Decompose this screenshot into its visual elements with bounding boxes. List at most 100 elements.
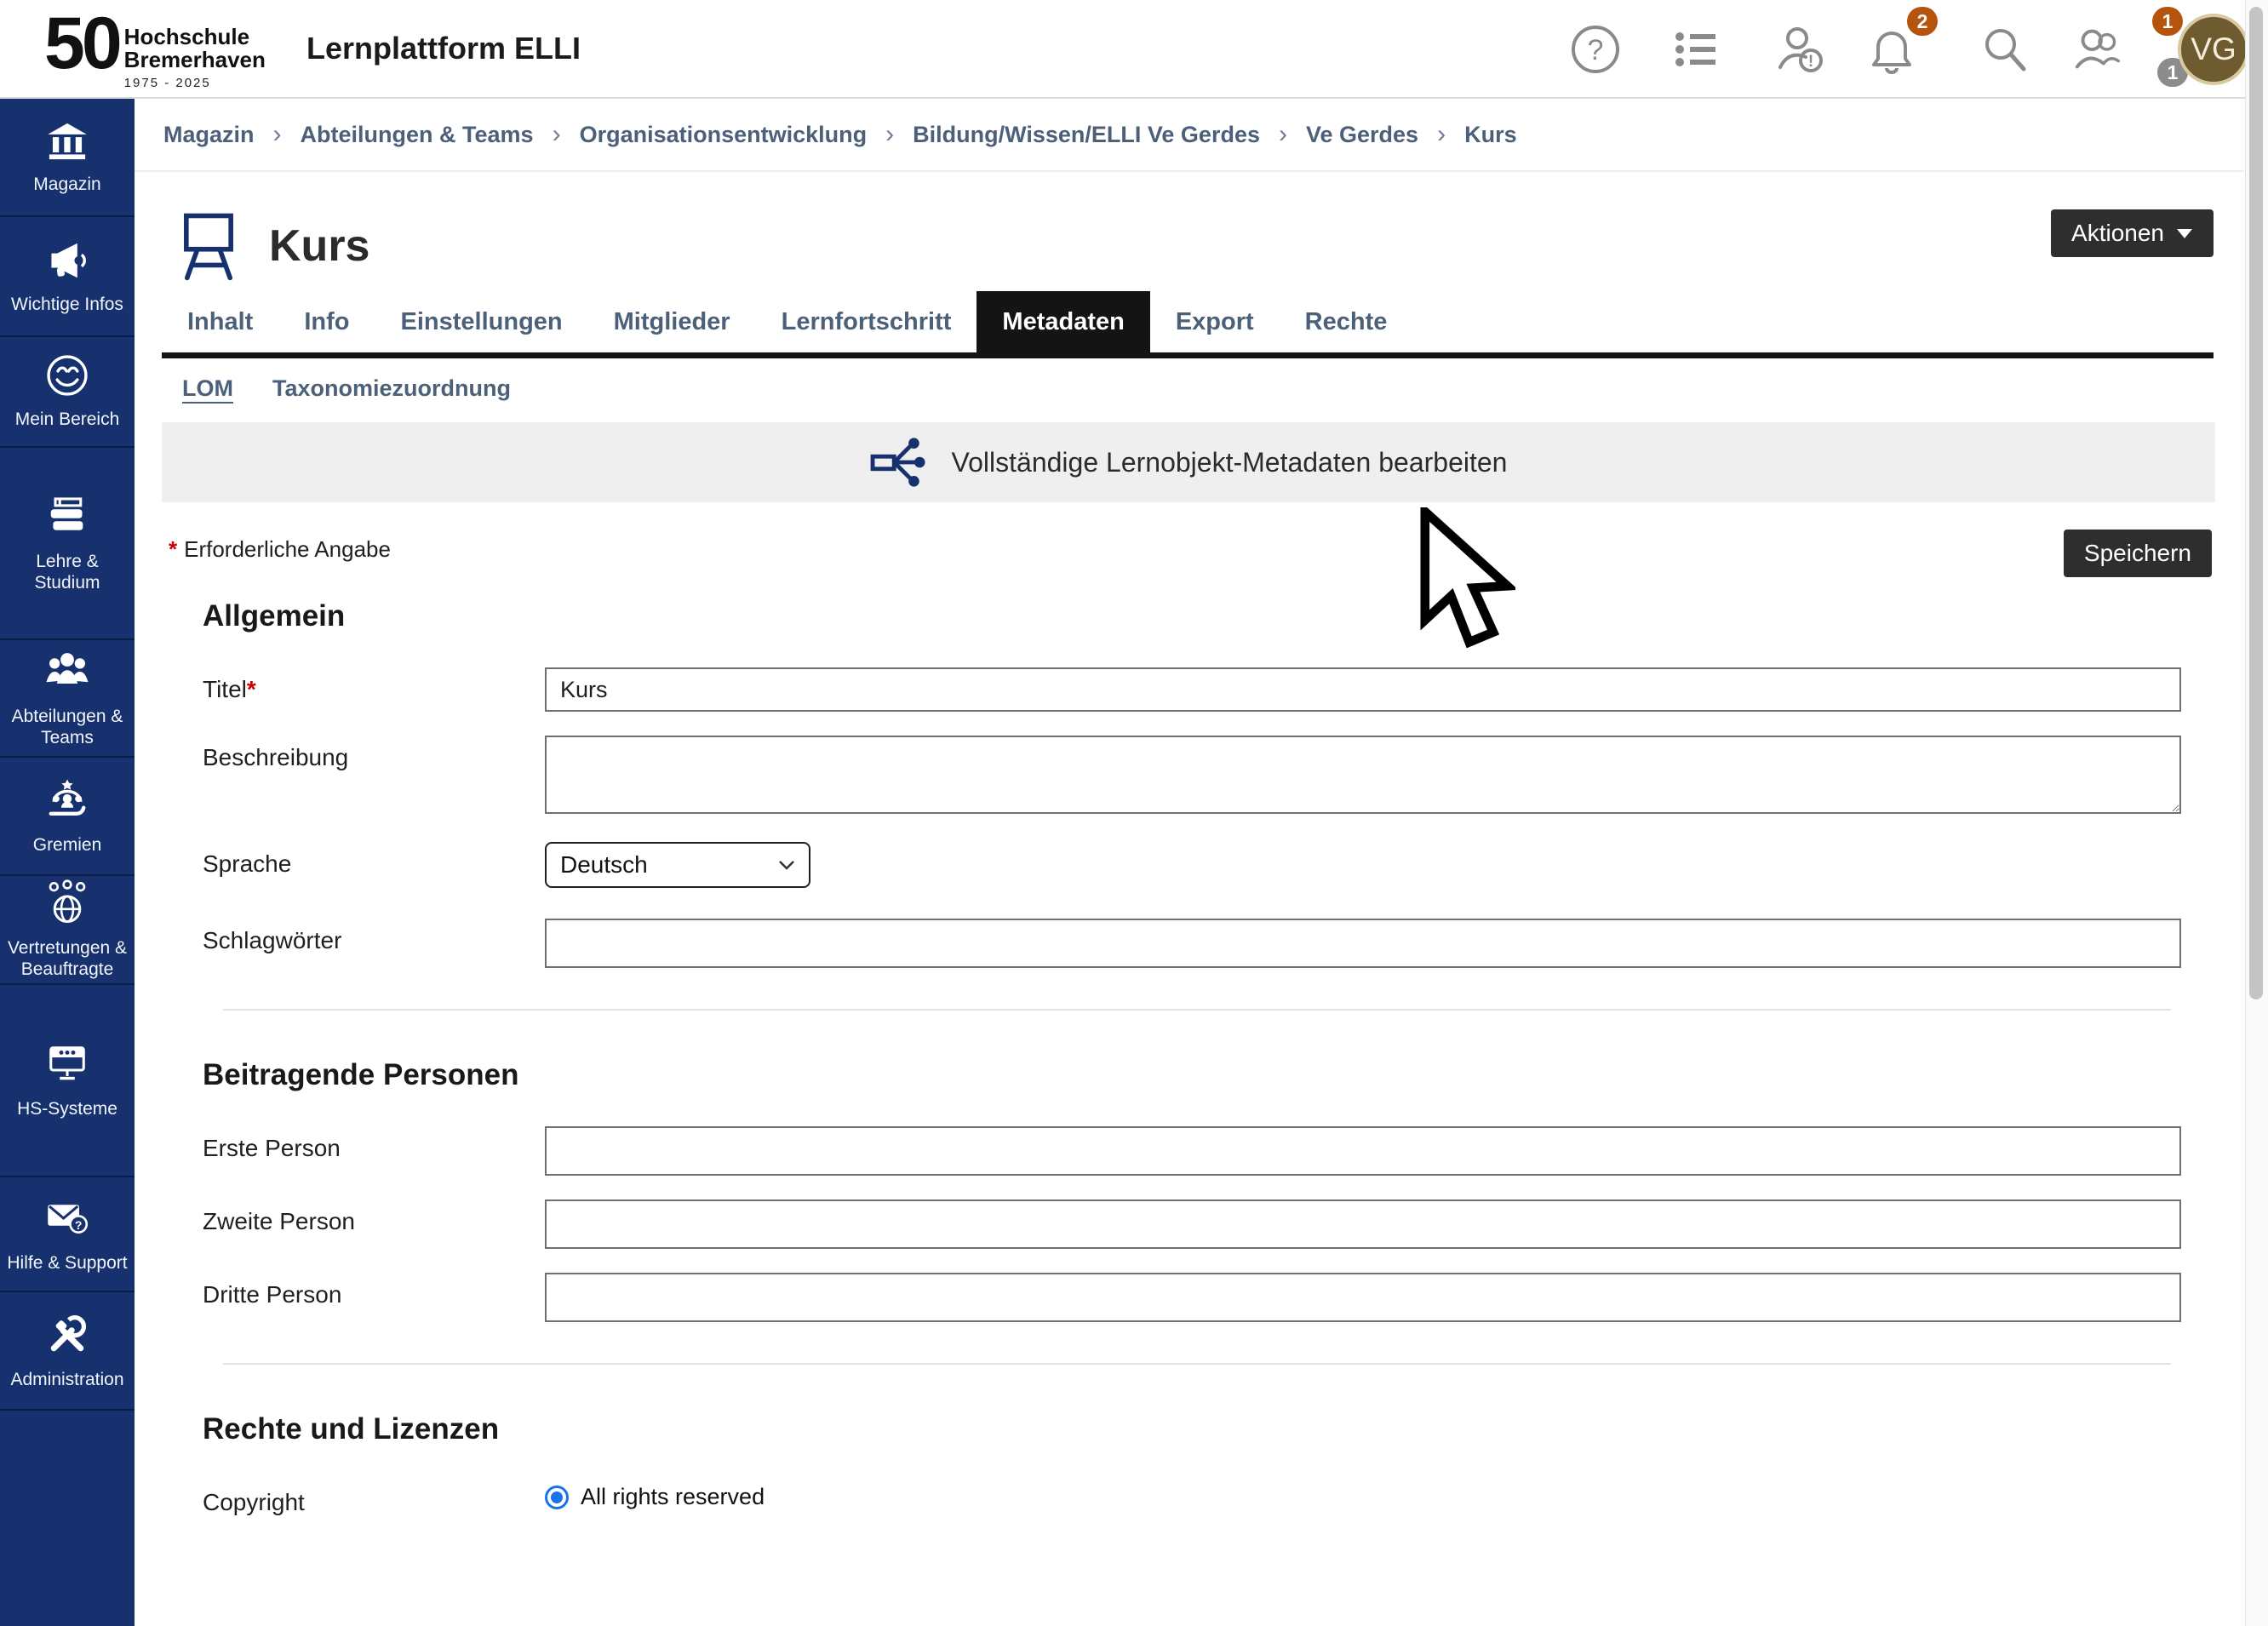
breadcrumb-magazin[interactable]: Magazin xyxy=(163,122,255,148)
page-title: Kurs xyxy=(269,220,369,272)
tab-mitglieder[interactable]: Mitglieder xyxy=(588,291,756,352)
beschreibung-label: Beschreibung xyxy=(203,736,545,818)
breadcrumb-bildung-wissen[interactable]: Bildung/Wissen/ELLI Ve Gerdes xyxy=(913,122,1260,148)
breadcrumb-separator: › xyxy=(1279,120,1287,149)
titel-label: Titel* xyxy=(203,667,545,712)
search-button[interactable] xyxy=(1975,20,2033,78)
breadcrumb-organisationsentwicklung[interactable]: Organisationsentwicklung xyxy=(580,122,868,148)
sidebar-item-hilfe-support[interactable]: ? Hilfe & Support xyxy=(0,1177,135,1292)
sidebar-item-wichtige-infos[interactable]: Wichtige Infos xyxy=(0,217,135,337)
breadcrumb-separator: › xyxy=(885,120,894,149)
form-toolbar: *Erforderliche Angabe Speichern xyxy=(169,530,2212,577)
dritte-person-label: Dritte Person xyxy=(203,1273,545,1322)
sidebar-item-hs-systeme[interactable]: HS-Systeme xyxy=(0,985,135,1177)
app-window: 50 Hochschule Bremerhaven 1975 - 2025 Le… xyxy=(0,0,2268,1626)
copyright-label: Copyright xyxy=(203,1480,545,1516)
books-icon xyxy=(43,493,91,541)
zweite-person-label: Zweite Person xyxy=(203,1199,545,1249)
breadcrumb-abteilungen[interactable]: Abteilungen & Teams xyxy=(301,122,534,148)
field-row-titel: Titel* xyxy=(203,667,2181,712)
sidebar: Magazin Wichtige Infos Mein Bereich xyxy=(0,99,135,1626)
sidebar-item-gremien[interactable]: Gremien xyxy=(0,758,135,876)
contacts-icon xyxy=(2070,20,2128,79)
field-row-erste-person: Erste Person xyxy=(203,1126,2181,1176)
erste-person-input[interactable] xyxy=(545,1126,2181,1176)
svg-text:?: ? xyxy=(1588,34,1604,66)
list-icon xyxy=(1670,23,1722,76)
sprache-label: Sprache xyxy=(203,842,545,888)
erste-person-label: Erste Person xyxy=(203,1126,545,1176)
sidebar-item-label: Abteilungen & Teams xyxy=(4,706,130,748)
sidebar-item-label: Vertretungen & Beauftragte xyxy=(4,937,130,980)
section-heading-rechte: Rechte und Lizenzen xyxy=(203,1412,2181,1446)
metadata-hub-icon xyxy=(870,436,930,489)
subtab-taxonomiezuordnung[interactable]: Taxonomiezuordnung xyxy=(272,375,511,402)
banner-label: Vollständige Lernobjekt-Metadaten bearbe… xyxy=(952,447,1508,478)
breadcrumb-kurs[interactable]: Kurs xyxy=(1464,122,1517,148)
monitor-icon xyxy=(43,1040,91,1088)
sidebar-item-magazin[interactable]: Magazin xyxy=(0,99,135,217)
tab-einstellungen[interactable]: Einstellungen xyxy=(375,291,588,352)
sidebar-item-administration[interactable]: Administration xyxy=(0,1292,135,1411)
course-icon xyxy=(172,209,245,283)
help-button[interactable]: ? xyxy=(1566,20,1624,78)
sprache-select[interactable]: Deutsch xyxy=(545,842,810,888)
section-heading-beitragende: Beitragende Personen xyxy=(203,1058,2181,1092)
overview-menu-button[interactable] xyxy=(1667,20,1725,78)
sidebar-item-label: Mein Bereich xyxy=(15,409,120,430)
breadcrumb: Magazin › Abteilungen & Teams › Organisa… xyxy=(135,99,2244,172)
copyright-radio[interactable] xyxy=(545,1486,569,1509)
titel-input[interactable] xyxy=(545,667,2181,712)
titel-required-asterisk: * xyxy=(247,676,256,702)
beschreibung-textarea[interactable] xyxy=(545,736,2181,814)
field-row-zweite-person: Zweite Person xyxy=(203,1199,2181,1249)
actions-button[interactable]: Aktionen xyxy=(2051,209,2214,257)
mail-question-icon: ? xyxy=(43,1194,91,1242)
scrollbar-thumb[interactable] xyxy=(2249,7,2263,999)
contacts-button[interactable] xyxy=(2070,20,2128,78)
tools-icon xyxy=(43,1311,91,1359)
section-divider xyxy=(223,1009,2171,1011)
notifications-badge: 2 xyxy=(1907,7,1938,36)
sidebar-item-lehre-studium[interactable]: Lehre & Studium xyxy=(0,448,135,640)
sidebar-item-label: Gremien xyxy=(33,834,102,856)
section-heading-allgemein: Allgemein xyxy=(203,599,2181,633)
megaphone-icon xyxy=(44,238,90,283)
zweite-person-input[interactable] xyxy=(545,1199,2181,1249)
tab-rechte[interactable]: Rechte xyxy=(1280,291,1413,352)
tab-lernfortschritt[interactable]: Lernfortschritt xyxy=(756,291,977,352)
breadcrumb-ve-gerdes[interactable]: Ve Gerdes xyxy=(1306,122,1418,148)
copyright-option-label: All rights reserved xyxy=(581,1484,765,1510)
search-icon xyxy=(1977,22,2031,77)
avatar[interactable]: VG xyxy=(2178,14,2249,85)
subtab-lom[interactable]: LOM xyxy=(182,375,233,402)
breadcrumb-separator: › xyxy=(273,120,282,149)
contacts-badge-new: 1 xyxy=(2152,7,2183,36)
breadcrumb-separator: › xyxy=(553,120,561,149)
schlagwoerter-input[interactable] xyxy=(545,919,2181,968)
caret-down-icon xyxy=(2176,228,2193,239)
metadata-form: Allgemein Titel* Beschreibung Sprache xyxy=(135,599,2244,1516)
dritte-person-input[interactable] xyxy=(545,1273,2181,1322)
user-requests-button[interactable]: ! xyxy=(1773,20,1830,78)
save-button-label: Speichern xyxy=(2084,540,2191,567)
schlagwoerter-label: Schlagwörter xyxy=(203,919,545,968)
required-hint-text: Erforderliche Angabe xyxy=(184,536,391,562)
university-logo[interactable]: 50 Hochschule Bremerhaven 1975 - 2025 xyxy=(44,7,266,90)
tab-metadaten[interactable]: Metadaten xyxy=(976,291,1149,352)
people-group-icon xyxy=(43,648,91,696)
scrollbar[interactable] xyxy=(2245,0,2268,1626)
sidebar-item-vertretungen[interactable]: Vertretungen & Beauftragte xyxy=(0,876,135,985)
field-row-sprache: Sprache Deutsch xyxy=(203,842,2181,888)
smiley-icon xyxy=(44,352,90,398)
tab-export[interactable]: Export xyxy=(1150,291,1280,352)
edit-full-metadata-banner[interactable]: Vollständige Lernobjekt-Metadaten bearbe… xyxy=(162,422,2215,502)
breadcrumb-separator: › xyxy=(1437,120,1446,149)
sprache-selected-value: Deutsch xyxy=(560,851,648,879)
sidebar-item-mein-bereich[interactable]: Mein Bereich xyxy=(0,337,135,448)
sidebar-item-label: Hilfe & Support xyxy=(7,1252,127,1274)
save-button[interactable]: Speichern xyxy=(2064,530,2212,577)
sidebar-item-abteilungen-teams[interactable]: Abteilungen & Teams xyxy=(0,640,135,758)
logo-years: 1975 - 2025 xyxy=(124,76,266,90)
logo-50: 50 xyxy=(44,7,119,80)
